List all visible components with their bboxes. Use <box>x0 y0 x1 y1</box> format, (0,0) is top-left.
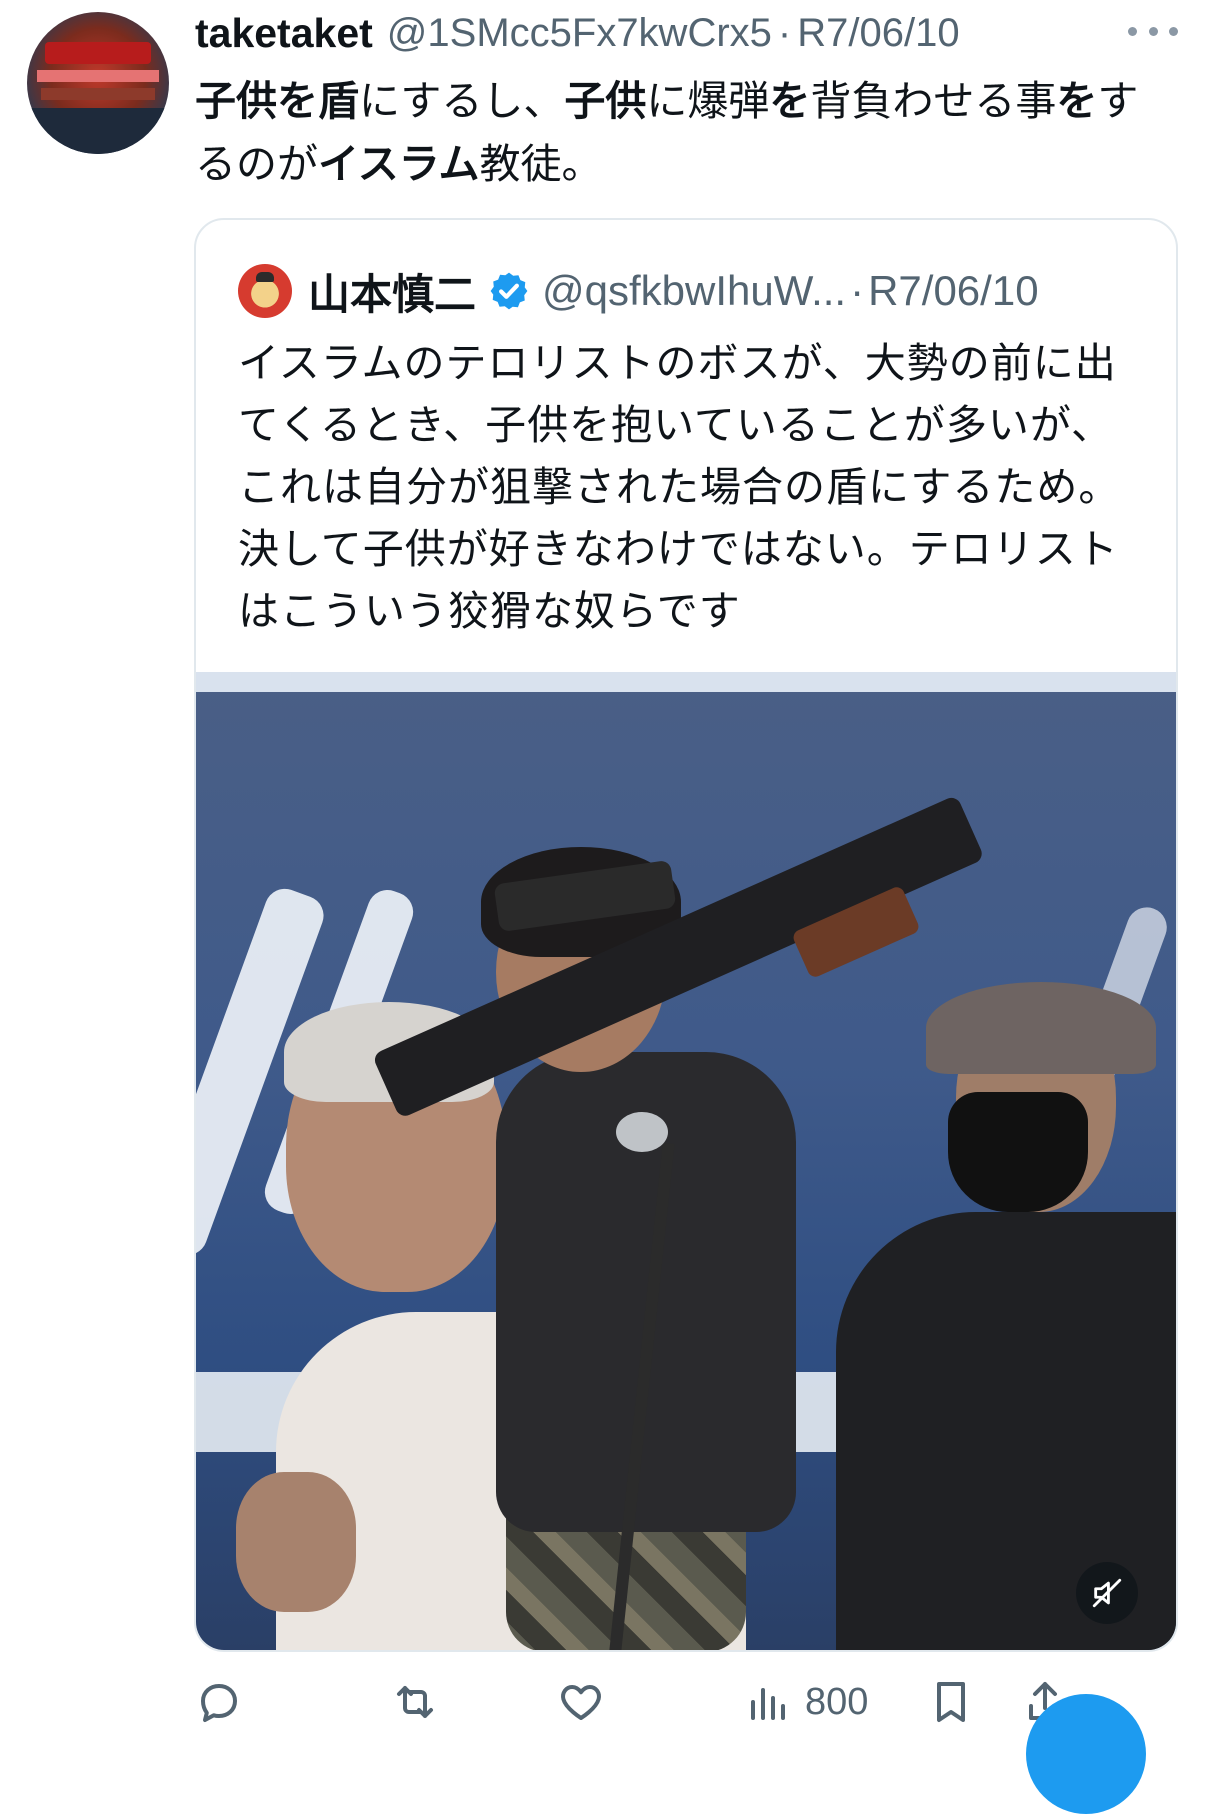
more-horizontal-icon[interactable] <box>1128 14 1178 48</box>
video-player[interactable] <box>196 672 1176 1650</box>
handle[interactable]: @1SMcc5Fx7kwCrx5 <box>387 11 772 56</box>
retweet-button[interactable] <box>391 1672 439 1732</box>
quoted-tweet-text: イスラムのテロリストのボスが、大勢の前に出てくるとき、子供を抱いていることが多い… <box>238 339 1121 635</box>
views-icon <box>751 1688 785 1720</box>
tweet-header: taketaket @1SMcc5Fx7kwCrx5 · R7/06/10 <box>195 8 960 58</box>
tweet-text-run: イスラム <box>318 140 480 188</box>
video-muted-icon[interactable] <box>1076 1562 1138 1624</box>
quoted-date[interactable]: R7/06/10 <box>868 267 1038 315</box>
reply-icon <box>201 1684 237 1722</box>
quoted-handle[interactable]: @qsfkbwIhuW... <box>542 267 846 315</box>
tweet-text-run: 子供 <box>564 77 647 125</box>
tweet-date[interactable]: R7/06/10 <box>797 11 959 56</box>
quoted-tweet[interactable]: 山本慎二 @qsfkbwIhuW... · R7/06/10 イスラムのテロリス… <box>194 218 1178 1652</box>
tweet-text-run: に爆弾 <box>646 77 770 125</box>
quoted-tweet-header: 山本慎二 @qsfkbwIhuW... · R7/06/10 <box>238 262 1039 320</box>
tweet-text-run: 子供を盾 <box>195 77 359 125</box>
verified-badge-icon <box>490 272 528 310</box>
quoted-meta-separator: · <box>850 267 865 314</box>
bookmark-button[interactable] <box>927 1672 975 1732</box>
bookmark-icon <box>937 1682 965 1722</box>
views-count: 800 <box>805 1680 869 1723</box>
display-name[interactable]: taketaket <box>195 10 373 57</box>
retweet-icon <box>397 1686 433 1718</box>
reply-button[interactable] <box>195 1672 243 1732</box>
compose-button[interactable] <box>1026 1694 1146 1814</box>
meta-separator: · <box>777 10 792 55</box>
tweet-text-run: を <box>1056 77 1098 125</box>
tweet-text: 子供を盾にするし、子供に爆弾を背負わせる事をするのがイスラム教徒。 <box>195 70 1155 196</box>
like-button[interactable] <box>557 1672 605 1732</box>
tweet-text-run: 教徒。 <box>479 140 603 188</box>
tweet-text-run: 背負わせる事 <box>810 77 1057 125</box>
views-button[interactable]: 800 <box>743 1672 868 1732</box>
tweet-text-run: にするし、 <box>359 77 565 125</box>
avatar[interactable] <box>27 12 169 154</box>
quoted-avatar[interactable] <box>238 264 292 318</box>
quoted-display-name[interactable]: 山本慎二 <box>308 261 476 322</box>
tweet-text-run: を <box>769 77 811 125</box>
like-icon <box>561 1685 601 1720</box>
